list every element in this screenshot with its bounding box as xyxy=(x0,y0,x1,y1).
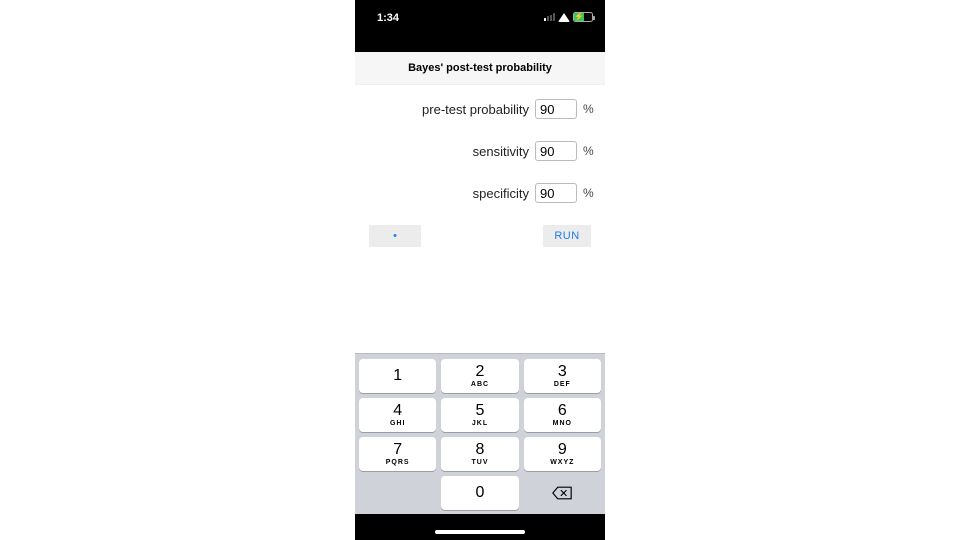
status-time: 1:34 xyxy=(377,12,399,24)
numeric-keypad: 1 2ABC 3DEF 4GHI 5JKL 6MNO 7PQRS 8TUV 9W… xyxy=(355,353,605,514)
input-sensitivity[interactable] xyxy=(535,141,577,161)
key-blank xyxy=(359,476,436,510)
spacer xyxy=(355,255,605,353)
home-indicator[interactable] xyxy=(435,530,525,534)
input-pretest[interactable] xyxy=(535,99,577,119)
form-area: pre-test probability % sensitivity % spe… xyxy=(355,85,605,255)
key-9[interactable]: 9WXYZ xyxy=(524,437,601,471)
bottom-bar xyxy=(355,514,605,540)
label-specificity: specificity xyxy=(365,186,529,201)
backspace-icon xyxy=(552,486,572,500)
row-pretest: pre-test probability % xyxy=(365,99,595,119)
key-8[interactable]: 8TUV xyxy=(441,437,518,471)
key-1[interactable]: 1 xyxy=(359,359,436,393)
row-sensitivity: sensitivity % xyxy=(365,141,595,161)
unit-specificity: % xyxy=(583,186,595,200)
key-6[interactable]: 6MNO xyxy=(524,398,601,432)
run-button[interactable]: RUN xyxy=(543,225,591,247)
key-0[interactable]: 0 xyxy=(441,476,518,510)
phone-frame: 1:34 ⚡ Bayes' post-test probability pre-… xyxy=(355,0,605,540)
button-row: • RUN xyxy=(365,225,595,247)
dot-button[interactable]: • xyxy=(369,225,421,247)
key-5[interactable]: 5JKL xyxy=(441,398,518,432)
upper-black-band xyxy=(355,40,605,52)
row-specificity: specificity % xyxy=(365,183,595,203)
battery-icon: ⚡ xyxy=(573,12,593,22)
unit-pretest: % xyxy=(583,102,595,116)
status-bar: 1:34 ⚡ xyxy=(355,0,605,40)
key-4[interactable]: 4GHI xyxy=(359,398,436,432)
label-pretest: pre-test probability xyxy=(365,102,529,117)
key-3[interactable]: 3DEF xyxy=(524,359,601,393)
page-title: Bayes' post-test probability xyxy=(355,52,605,85)
cellular-signal-icon xyxy=(544,13,555,21)
wifi-icon xyxy=(558,13,570,22)
key-2[interactable]: 2ABC xyxy=(441,359,518,393)
unit-sensitivity: % xyxy=(583,144,595,158)
key-7[interactable]: 7PQRS xyxy=(359,437,436,471)
key-backspace[interactable] xyxy=(524,476,601,510)
input-specificity[interactable] xyxy=(535,183,577,203)
label-sensitivity: sensitivity xyxy=(365,144,529,159)
